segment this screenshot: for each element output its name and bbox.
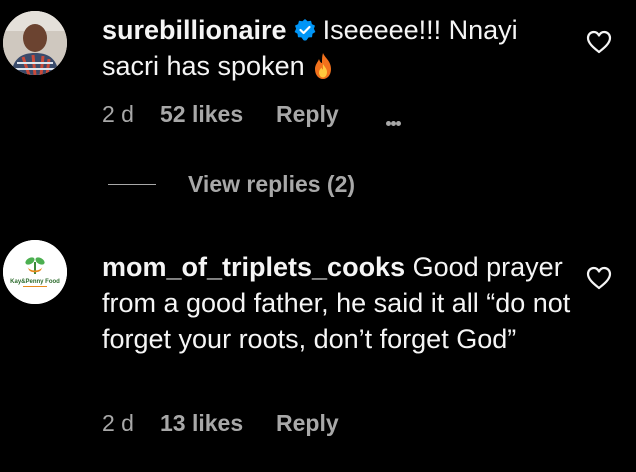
likes-count[interactable]: 13 likes [160, 410, 276, 437]
verified-badge-icon [294, 19, 315, 41]
reply-button[interactable]: Reply [276, 410, 386, 437]
heart-icon[interactable] [586, 30, 612, 54]
brand-logo: Kay&Penny Food [3, 240, 67, 304]
comment-username[interactable]: mom_of_triplets_cooks [102, 252, 405, 282]
more-options-icon[interactable] [386, 105, 401, 126]
avatar[interactable]: Kay&Penny Food [3, 240, 67, 304]
person-photo [3, 11, 67, 75]
comment-meta: 2 d 52 likes Reply [102, 101, 401, 128]
comment-meta: 2 d 13 likes Reply [102, 410, 386, 437]
comment-time: 2 d [102, 410, 134, 436]
reply-button[interactable]: Reply [276, 101, 386, 128]
heart-icon[interactable] [586, 266, 612, 290]
comment-text-block: surebillionaire Iseeeee!!! Nnayi sacri h… [102, 12, 572, 84]
fire-icon [314, 53, 331, 79]
avatar[interactable] [3, 11, 67, 75]
view-replies-label: View replies (2) [188, 171, 356, 197]
comment-username[interactable]: surebillionaire [102, 15, 287, 45]
logo-text: Kay&Penny Food [10, 279, 60, 285]
likes-count[interactable]: 52 likes [160, 101, 276, 128]
view-replies-divider [108, 184, 156, 185]
comment-text-block: mom_of_triplets_cooks Good prayer from a… [102, 249, 572, 357]
view-replies-button[interactable]: View replies (2) [108, 171, 355, 198]
comment-time: 2 d [102, 101, 134, 127]
